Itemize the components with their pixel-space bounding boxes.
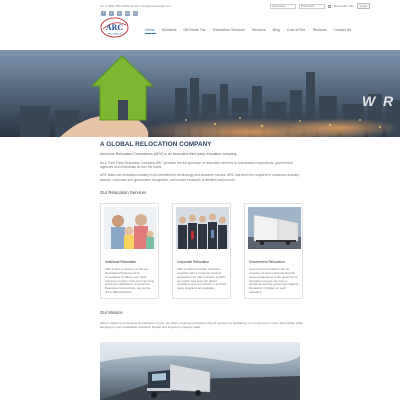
logo-text: ARC xyxy=(106,23,124,32)
intro-paragraph-1: As a Third Party Relocation Company ARC … xyxy=(100,160,293,169)
nav-off-shore[interactable]: Off-Shore Tra. xyxy=(183,28,206,32)
nav-contact[interactable]: Contact Us xyxy=(333,28,351,32)
mission-heading: Our Mission xyxy=(100,310,123,316)
page: Tel: 1 (800) 555-0100 | Email: info@arcr… xyxy=(0,0,400,400)
main-nav: Home Solutions Off-Shore Tra. Relocation… xyxy=(145,28,351,32)
nav-relocation-services[interactable]: Relocation Services xyxy=(213,28,245,32)
twitter-icon[interactable]: t xyxy=(109,11,114,16)
logo-tagline: RELOCATION xyxy=(107,32,121,35)
login-button[interactable]: Login xyxy=(356,3,371,9)
service-card-individual[interactable]: Individual Relocation ARC is here to ass… xyxy=(100,203,159,300)
login-form: Remember Me Login xyxy=(270,3,371,9)
services-cards: Individual Relocation ARC is here to ass… xyxy=(100,203,303,300)
business-team-photo xyxy=(176,207,229,250)
facebook-icon[interactable]: f xyxy=(101,11,106,16)
nav-blog[interactable]: Blog xyxy=(273,28,280,32)
trucks-photo xyxy=(248,207,301,250)
top-bar: Tel: 1 (800) 555-0100 | Email: info@arcr… xyxy=(100,2,400,10)
truck-banner xyxy=(100,342,300,400)
hero-overlay-text: W R xyxy=(362,93,394,109)
service-card-text: Government relocations can be complex, a… xyxy=(249,267,299,294)
service-card-title: Corporate Relocation xyxy=(177,260,210,265)
service-card-text: ARC combines broader relocation expertis… xyxy=(177,267,227,291)
page-title: A GLOBAL RELOCATION COMPANY xyxy=(100,141,212,148)
linkedin-icon[interactable]: in xyxy=(117,11,122,16)
service-card-corporate[interactable]: Corporate Relocation ARC combines broade… xyxy=(172,203,231,300)
main-content: A GLOBAL RELOCATION COMPANY American Rel… xyxy=(100,141,303,329)
remember-checkbox[interactable] xyxy=(328,4,331,8)
service-card-title: Government Relocation xyxy=(249,260,285,265)
hero-banner: W R xyxy=(0,50,400,137)
mission-text: ARC's mission is to become an extension … xyxy=(100,321,303,330)
arc-logo[interactable]: ARC RELOCATION xyxy=(100,17,129,38)
intro-lead: American Relocation Connections (ARC) is… xyxy=(100,152,238,156)
nav-services[interactable]: Services xyxy=(252,28,266,32)
intro-paragraph-2: ARC leads the relocation industry in its… xyxy=(100,173,300,182)
social-links: f t in g+ yt xyxy=(101,11,138,16)
nav-solutions[interactable]: Solutions xyxy=(162,28,177,32)
nav-reviews[interactable]: Reviews xyxy=(313,28,327,32)
service-card-title: Individual Relocation xyxy=(105,260,137,265)
nav-active-indicator xyxy=(145,33,156,34)
service-card-text: ARC is here to assist you. We are Reloca… xyxy=(105,267,155,294)
services-heading: Our Relocation Services xyxy=(100,190,147,196)
youtube-icon[interactable]: yt xyxy=(133,11,138,16)
nav-home[interactable]: Home xyxy=(145,28,155,32)
contact-info: Tel: 1 (800) 555-0100 | Email: info@arcr… xyxy=(100,4,172,8)
remember-label: Remember Me xyxy=(334,4,354,8)
google-plus-icon[interactable]: g+ xyxy=(125,11,130,16)
username-input[interactable] xyxy=(270,3,296,9)
nav-cost[interactable]: Cost of Ret. xyxy=(287,28,306,32)
service-card-government[interactable]: Government Relocation Government relocat… xyxy=(244,203,303,300)
password-input[interactable] xyxy=(299,3,325,9)
family-photo xyxy=(104,207,157,250)
